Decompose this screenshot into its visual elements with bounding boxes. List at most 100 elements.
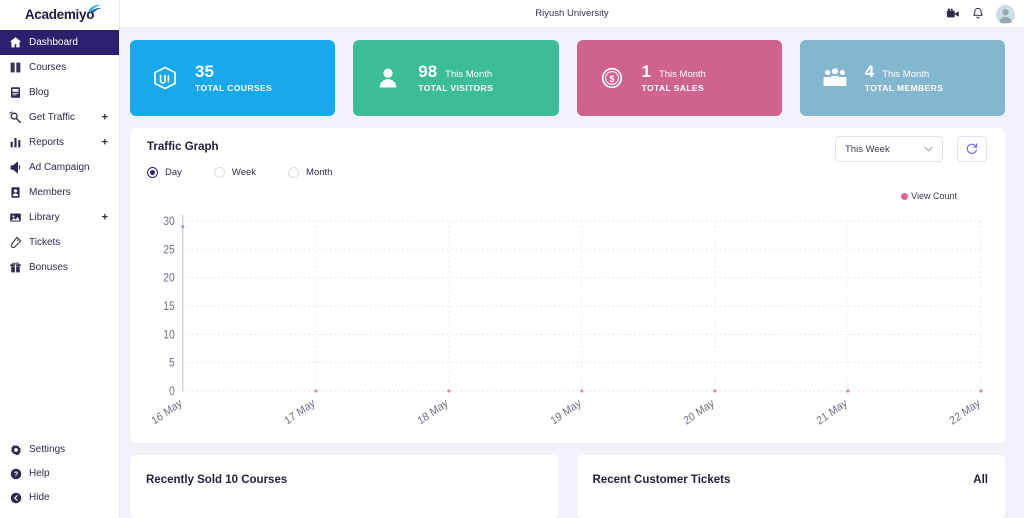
stat-label: TOTAL MEMBERS [865,84,944,93]
svg-text:15: 15 [163,301,174,314]
svg-text:10: 10 [163,329,174,342]
sidebar-item-label: Help [29,469,50,479]
stat-label: TOTAL COURSES [195,84,272,93]
stat-period: This Month [882,70,929,80]
stat-period: This Month [445,70,492,80]
logo-swoosh-icon [87,3,103,15]
tickets-all-link[interactable]: All [973,474,988,486]
group-icon [822,65,848,91]
bar-chart-icon [9,136,22,149]
expand-icon[interactable]: + [102,112,108,123]
svg-text:18 May: 18 May [416,397,451,428]
sidebar-item-hide[interactable]: Hide [0,486,120,510]
home-icon [9,36,22,49]
radio-indicator[interactable] [147,167,158,178]
sidebar-item-reports[interactable]: Reports + [0,130,119,155]
sidebar-item-label: Tickets [29,238,60,248]
stat-text: 35 TOTAL COURSES [195,63,272,93]
stat-value: 4 [865,63,874,80]
recent-customer-tickets-panel: Recent Customer Tickets All [577,455,1006,518]
sidebar-item-bonuses[interactable]: Bonuses [0,255,119,280]
sidebar-item-help[interactable]: ? Help [0,462,120,486]
app-logo[interactable]: Academiyo [0,0,119,28]
expand-icon[interactable]: + [102,212,108,223]
help-circle-icon: ? [9,468,22,481]
sidebar-item-courses[interactable]: Courses [0,55,119,80]
radio-day[interactable]: Day [147,167,182,178]
library-icon [9,211,22,224]
stat-card-total-sales[interactable]: $ 1 This Month TOTAL SALES [577,40,782,116]
radio-indicator[interactable] [214,167,225,178]
traffic-chart: 05101520253016 May17 May18 May19 May20 M… [147,213,988,433]
recent-customer-tickets-title: Recent Customer Tickets [593,474,731,486]
cube-icon [152,65,178,91]
sidebar-item-label: Ad Campaign [29,163,90,173]
sidebar-item-label: Bonuses [29,263,68,273]
sidebar-item-ad-campaign[interactable]: Ad Campaign [0,155,119,180]
chevron-down-icon [924,146,933,152]
sidebar-item-get-traffic[interactable]: Get Traffic + [0,105,119,130]
sidebar-item-dashboard[interactable]: Dashboard [0,30,119,55]
traffic-icon [9,111,22,124]
video-camera-icon[interactable] [946,7,960,21]
main-content: Riyush University [120,0,1024,518]
blog-icon [9,86,22,99]
stat-text: 98 This Month TOTAL VISITORS [418,63,493,93]
dashboard-page: Academiyo Dashboard Courses [0,0,1024,518]
refresh-icon [965,142,979,156]
radio-label: Week [232,167,256,178]
stat-period: This Month [659,70,706,80]
expand-icon[interactable]: + [102,137,108,148]
svg-text:22 May: 22 May [948,397,983,428]
avatar[interactable] [996,5,1015,24]
traffic-graph-title: Traffic Graph [147,141,219,153]
logo-text: Academiyo [25,7,94,22]
period-select[interactable]: This Week [835,136,943,162]
recently-sold-courses-panel: Recently Sold 10 Courses [130,455,559,518]
stat-label: TOTAL VISITORS [418,84,493,93]
radio-month[interactable]: Month [288,167,332,178]
svg-text:30: 30 [163,216,174,229]
sidebar-item-settings[interactable]: Settings [0,438,120,462]
member-icon [9,186,22,199]
sidebar-item-label: Get Traffic [29,113,75,123]
refresh-button[interactable] [957,136,987,162]
stat-value: 1 [642,63,651,80]
chart-legend: View Count [901,191,957,201]
bell-icon[interactable] [971,7,985,21]
sidebar-item-members[interactable]: Members [0,180,119,205]
sidebar-bottom-nav: Settings ? Help Hide [0,438,120,510]
sidebar-item-label: Members [29,188,71,198]
traffic-graph-panel: Traffic Graph Day Week Month This Week [130,128,1005,443]
user-icon [375,65,401,91]
stat-value: 35 [195,63,214,80]
svg-text:17 May: 17 May [283,397,318,428]
stat-value-row: 35 [195,63,272,80]
legend-label: View Count [911,191,957,201]
svg-text:16 May: 16 May [150,397,185,428]
stat-value-row: 98 This Month [418,63,493,80]
svg-text:$: $ [609,74,614,84]
sidebar: Academiyo Dashboard Courses [0,0,120,518]
sidebar-item-label: Library [29,213,60,223]
stat-card-total-members[interactable]: 4 This Month TOTAL MEMBERS [800,40,1005,116]
svg-text:19 May: 19 May [549,397,584,428]
sidebar-item-blog[interactable]: Blog [0,80,119,105]
stat-card-total-visitors[interactable]: 98 This Month TOTAL VISITORS [353,40,558,116]
header-actions [946,0,1015,28]
period-select-value: This Week [845,144,890,155]
recently-sold-courses-title: Recently Sold 10 Courses [146,474,287,486]
radio-week[interactable]: Week [214,167,256,178]
sidebar-item-library[interactable]: Library + [0,205,119,230]
svg-text:20 May: 20 May [682,397,717,428]
svg-text:?: ? [13,471,17,479]
gift-icon [9,261,22,274]
stat-value-row: 1 This Month [642,63,706,80]
stat-card-total-courses[interactable]: 35 TOTAL COURSES [130,40,335,116]
sidebar-item-tickets[interactable]: Tickets [0,230,119,255]
radio-indicator[interactable] [288,167,299,178]
coin-icon: $ [599,65,625,91]
stat-text: 4 This Month TOTAL MEMBERS [865,63,944,93]
sidebar-nav: Dashboard Courses Blog Get [0,30,119,280]
svg-text:20: 20 [163,272,174,285]
